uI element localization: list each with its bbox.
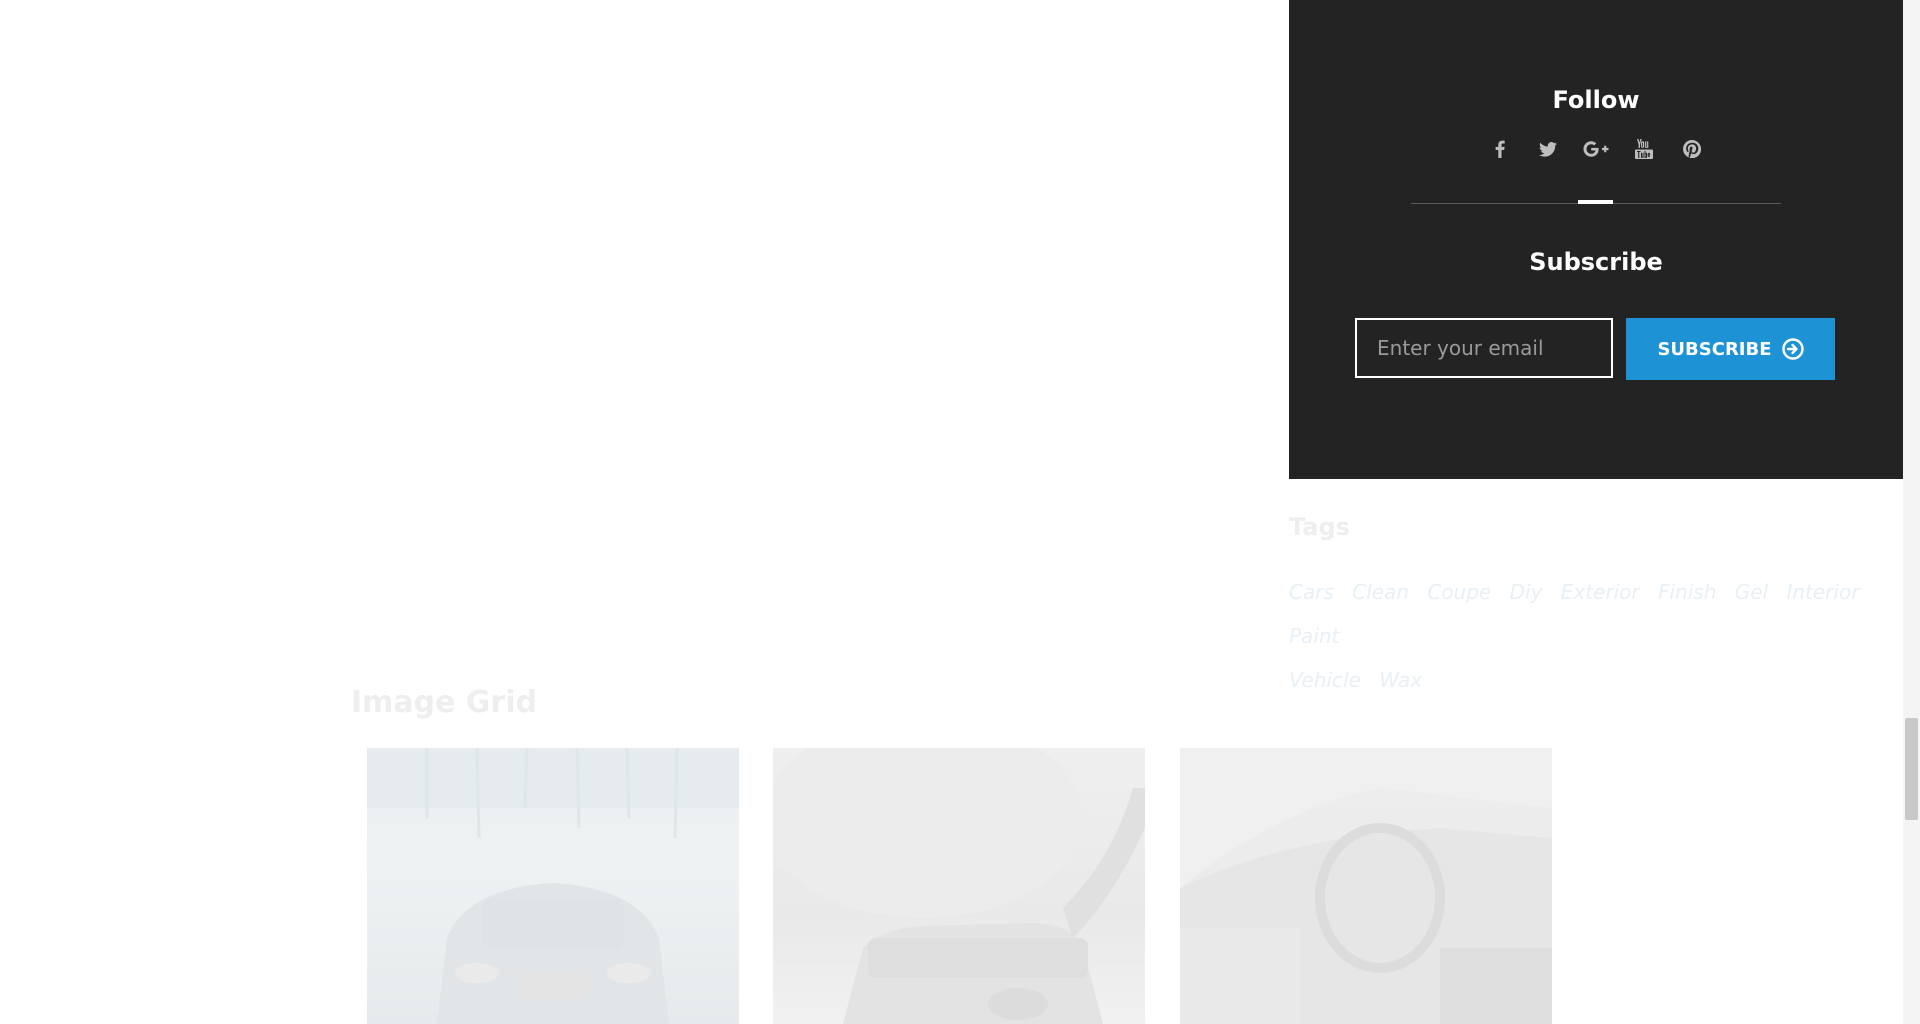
grid-image-car-interior-steering[interactable] [1180,748,1552,1024]
page: Follow Subscribe SUBSCRIBE [0,0,1920,1024]
tag-link[interactable]: Interior [1786,580,1859,604]
google-plus-icon[interactable] [1583,136,1609,162]
tag-link[interactable]: Coupe [1427,580,1491,604]
scrollbar-thumb[interactable] [1905,718,1918,820]
tag-link[interactable]: Diy [1510,580,1543,604]
subscribe-button[interactable]: SUBSCRIBE [1626,318,1835,380]
tag-link[interactable]: Paint [1289,624,1339,648]
twitter-icon[interactable] [1535,136,1561,162]
social-icons [1289,136,1903,162]
image-grid-title: Image Grid [351,685,538,720]
tag-link[interactable]: Vehicle [1289,668,1361,692]
grid-image-car-interior-console[interactable] [773,748,1145,1024]
tag-link[interactable]: Cars [1289,580,1334,604]
subscribe-button-label: SUBSCRIBE [1657,338,1772,360]
divider-accent [1578,200,1613,204]
arrow-circle-right-icon [1781,338,1804,360]
follow-title: Follow [1552,86,1640,114]
tag-link[interactable]: Gel [1735,580,1768,604]
pinterest-icon[interactable] [1679,136,1705,162]
tag-link[interactable]: Clean [1352,580,1409,604]
follow-subscribe-widget: Follow Subscribe SUBSCRIBE [1289,0,1903,479]
youtube-icon[interactable] [1631,136,1657,162]
facebook-icon[interactable] [1487,136,1513,162]
tag-link[interactable]: Wax [1379,668,1422,692]
scrollbar-track[interactable] [1903,0,1920,1024]
grid-image-car-wash[interactable] [367,748,739,1024]
tag-link[interactable]: Finish [1658,580,1716,604]
tags-title: Tags [1289,513,1350,541]
tag-link[interactable]: Exterior [1561,580,1640,604]
email-field[interactable] [1355,318,1613,378]
subscribe-title: Subscribe [1529,248,1663,276]
tags-list: Cars Clean Coupe Diy Exterior Finish Gel… [1289,570,1874,702]
